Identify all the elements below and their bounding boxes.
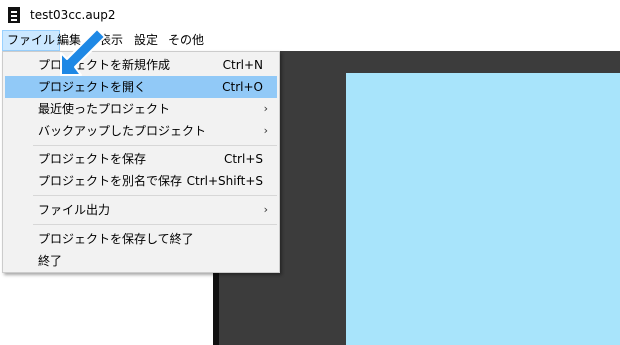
menu-item-label: 最近使ったプロジェクト bbox=[38, 102, 171, 116]
chevron-right-icon: › bbox=[263, 102, 268, 115]
menu-item-label: プロジェクトを保存 bbox=[38, 152, 147, 166]
menu-item-shortcut: Ctrl+S bbox=[223, 152, 263, 166]
blue-pointer-arrow-icon bbox=[60, 28, 106, 76]
menu-item-backup-projects[interactable]: バックアップしたプロジェクト › bbox=[5, 120, 277, 142]
menu-separator bbox=[33, 145, 277, 146]
menu-separator bbox=[33, 224, 277, 225]
file-menu-dropdown: プロジェクトを新規作成 Ctrl+N プロジェクトを開く Ctrl+O 最近使っ… bbox=[2, 51, 280, 273]
menu-item-label: プロジェクトを開く bbox=[38, 80, 147, 94]
menu-item-label: バックアップしたプロジェクト bbox=[38, 124, 207, 138]
menu-item-label: プロジェクトを保存して終了 bbox=[38, 232, 194, 246]
menu-item-label: 終了 bbox=[38, 254, 63, 268]
title-bar: test03cc.aup2 bbox=[0, 0, 620, 30]
menu-item-save-project[interactable]: プロジェクトを保存 Ctrl+S bbox=[5, 148, 277, 170]
chevron-right-icon: › bbox=[263, 203, 268, 216]
menu-item-recent-projects[interactable]: 最近使ったプロジェクト › bbox=[5, 98, 277, 120]
menu-item-shortcut: Ctrl+N bbox=[222, 58, 263, 72]
menu-item-label: プロジェクトを別名で保存 bbox=[38, 174, 183, 188]
menu-separator bbox=[33, 195, 277, 196]
menu-item-save-and-exit[interactable]: プロジェクトを保存して終了 bbox=[5, 228, 277, 250]
window-title: test03cc.aup2 bbox=[30, 8, 116, 22]
menu-item-new-project[interactable]: プロジェクトを新規作成 Ctrl+N bbox=[5, 54, 277, 76]
menu-item-file-export[interactable]: ファイル出力 › bbox=[5, 199, 277, 221]
preview-canvas[interactable] bbox=[346, 73, 620, 345]
menu-item-open-project[interactable]: プロジェクトを開く Ctrl+O bbox=[5, 76, 277, 98]
menu-item-label: ファイル出力 bbox=[38, 203, 111, 217]
menu-item-save-project-as[interactable]: プロジェクトを別名で保存 Ctrl+Shift+S bbox=[5, 170, 277, 192]
menu-file[interactable]: ファイル bbox=[2, 30, 61, 51]
menu-item-exit[interactable]: 終了 bbox=[5, 250, 277, 272]
film-strip-icon bbox=[8, 7, 20, 23]
chevron-right-icon: › bbox=[263, 124, 268, 137]
menu-settings[interactable]: 設定 bbox=[130, 30, 162, 51]
menu-item-shortcut: Ctrl+Shift+S bbox=[186, 174, 263, 188]
menu-item-shortcut: Ctrl+O bbox=[222, 80, 263, 94]
menu-other[interactable]: その他 bbox=[164, 30, 208, 51]
